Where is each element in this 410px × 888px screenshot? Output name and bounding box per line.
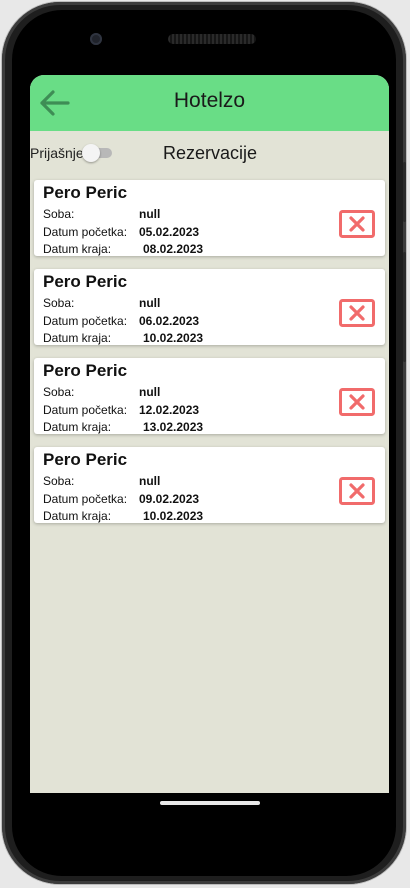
end-date-value: 10.02.2023	[143, 509, 204, 523]
end-date-value: 08.02.2023	[143, 242, 204, 256]
room-label: Soba:	[43, 207, 75, 221]
close-box-icon	[339, 388, 375, 416]
camera-icon	[90, 33, 102, 45]
reservation-card[interactable]: Pero Peric Soba: null Datum početka: 05.…	[34, 180, 385, 256]
app-title: Hotelzo	[173, 89, 246, 112]
close-box-icon	[339, 210, 375, 238]
room-label: Soba:	[43, 296, 75, 310]
app-bar: Hotelzo	[30, 75, 389, 131]
reservation-card[interactable]: Pero Peric Soba: null Datum početka: 06.…	[34, 269, 385, 345]
room-value: null	[139, 385, 161, 399]
start-date-value: 06.02.2023	[139, 314, 200, 328]
guest-name: Pero Peric	[43, 272, 128, 291]
delete-reservation-button[interactable]	[339, 299, 375, 327]
end-date-value: 13.02.2023	[143, 420, 204, 434]
delete-reservation-button[interactable]	[339, 477, 375, 505]
close-box-icon	[339, 299, 375, 327]
start-date-label: Datum početka:	[43, 314, 128, 328]
speaker-grille	[168, 34, 256, 44]
delete-reservation-button[interactable]	[339, 388, 375, 416]
room-value: null	[139, 296, 161, 310]
delete-reservation-button[interactable]	[339, 210, 375, 238]
guest-name: Pero Peric	[43, 450, 128, 469]
end-date-label: Datum kraja:	[43, 331, 112, 345]
toggle-thumb	[82, 144, 100, 162]
filter-row: Prijašnje Rezervacije	[30, 131, 389, 175]
guest-name: Pero Peric	[43, 361, 128, 380]
reservation-list: Pero Peric Soba: null Datum početka: 05.…	[34, 180, 385, 536]
reservation-card[interactable]: Pero Peric Soba: null Datum početka: 12.…	[34, 358, 385, 434]
app-screen: Hotelzo Prijašnje Rezervacije Pero Peric…	[30, 75, 389, 793]
prior-reservations-toggle[interactable]	[82, 144, 114, 162]
start-date-label: Datum početka:	[43, 492, 128, 506]
room-value: null	[139, 207, 161, 221]
room-value: null	[139, 474, 161, 488]
prior-reservations-label: Prijašnje	[30, 145, 84, 161]
start-date-value: 09.02.2023	[139, 492, 200, 506]
start-date-label: Datum početka:	[43, 225, 128, 239]
room-label: Soba:	[43, 474, 75, 488]
end-date-label: Datum kraja:	[43, 420, 112, 434]
end-date-label: Datum kraja:	[43, 242, 112, 256]
section-title: Rezervacije	[163, 143, 258, 163]
room-label: Soba:	[43, 385, 75, 399]
start-date-label: Datum početka:	[43, 403, 128, 417]
volume-button	[403, 252, 406, 362]
end-date-label: Datum kraja:	[43, 509, 112, 523]
guest-name: Pero Peric	[43, 183, 128, 202]
reservation-card[interactable]: Pero Peric Soba: null Datum početka: 09.…	[34, 447, 385, 523]
close-box-icon	[339, 477, 375, 505]
start-date-value: 12.02.2023	[139, 403, 200, 417]
end-date-value: 10.02.2023	[143, 331, 204, 345]
power-button	[403, 162, 406, 222]
home-indicator[interactable]	[160, 801, 260, 805]
start-date-value: 05.02.2023	[139, 225, 200, 239]
